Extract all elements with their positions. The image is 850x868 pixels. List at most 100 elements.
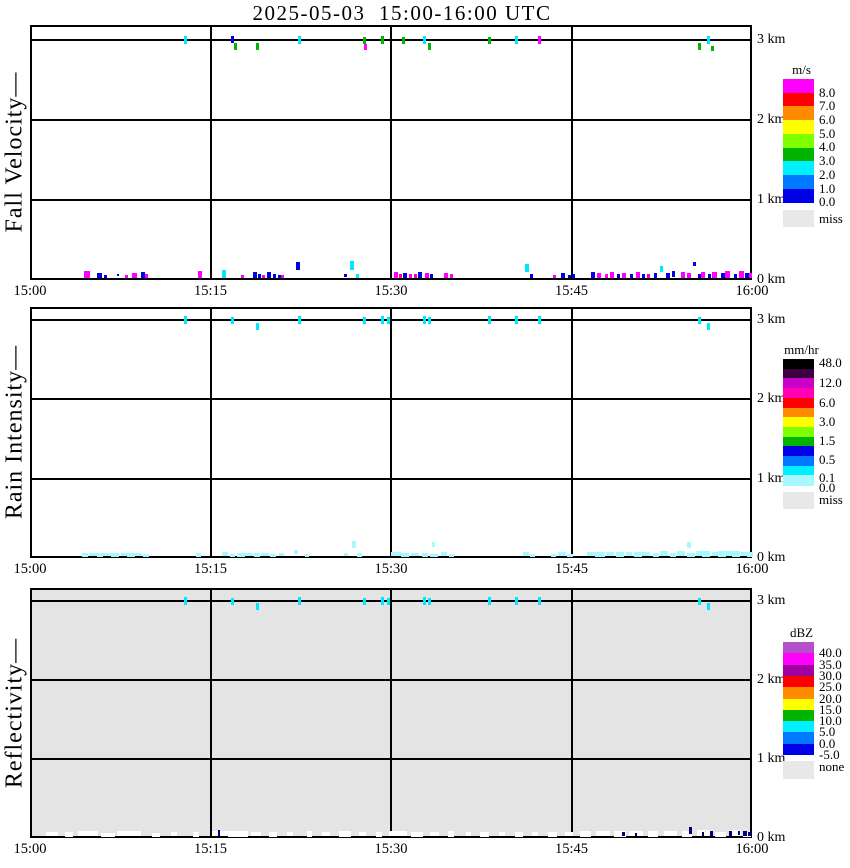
data-point	[322, 832, 330, 836]
data-point	[530, 554, 535, 557]
x-tick-label: 15:00	[13, 841, 46, 858]
y-tick-label: 3 km	[757, 32, 785, 48]
data-point	[591, 272, 595, 278]
data-point	[251, 832, 261, 836]
data-point	[411, 832, 423, 837]
data-point	[670, 553, 676, 557]
colorbar-segment	[783, 676, 814, 688]
data-point	[270, 554, 276, 557]
x-tick-label: 16:00	[735, 841, 768, 858]
data-point	[710, 831, 713, 836]
data-point	[145, 274, 148, 278]
x-tick-label: 15:45	[555, 283, 588, 300]
data-point	[702, 832, 704, 836]
colorbar-segment	[783, 466, 814, 476]
data-point	[387, 317, 390, 324]
colorbar-title: dBZ	[790, 625, 813, 641]
colorbar-segment	[783, 398, 814, 408]
data-point	[488, 37, 491, 44]
gridline-vertical	[390, 307, 392, 558]
gridline-vertical	[571, 307, 573, 558]
data-point	[748, 832, 751, 836]
x-tick-label: 16:00	[735, 283, 768, 300]
y-tick-label: 3 km	[757, 312, 785, 328]
gridline-vertical	[390, 588, 392, 838]
data-point	[499, 832, 505, 836]
gridline-horizontal	[30, 319, 752, 321]
x-tick-label: 15:00	[13, 283, 46, 300]
data-point	[231, 317, 234, 324]
data-point	[707, 603, 710, 610]
data-point	[350, 261, 354, 270]
gridline-vertical	[210, 588, 212, 838]
data-point	[587, 552, 595, 556]
data-point	[702, 551, 710, 557]
x-tick-label: 16:00	[735, 561, 768, 578]
data-point	[132, 273, 137, 278]
data-point	[689, 827, 692, 834]
y-tick-label: 2 km	[757, 391, 785, 407]
data-point	[606, 552, 614, 556]
data-point	[701, 272, 705, 278]
x-tick-label: 15:30	[374, 841, 407, 858]
data-point	[253, 272, 257, 278]
data-point	[125, 275, 128, 278]
data-point	[430, 554, 438, 557]
data-point	[515, 316, 518, 324]
data-point	[635, 833, 637, 836]
data-point	[222, 552, 228, 556]
data-point	[230, 554, 235, 557]
colorbar-label: miss	[819, 492, 843, 508]
colorbar-segment	[783, 456, 814, 466]
data-point	[46, 832, 58, 836]
data-point	[739, 271, 744, 278]
data-point	[237, 553, 245, 557]
colorbar-title: mm/hr	[784, 342, 819, 358]
data-point	[622, 832, 625, 836]
page-title: 2025-05-03 15:00-16:00 UTC	[0, 1, 804, 26]
gridline-horizontal	[30, 478, 752, 480]
data-point	[117, 274, 119, 276]
data-point	[718, 551, 726, 557]
data-point	[82, 553, 88, 557]
data-point	[117, 831, 141, 836]
data-point	[617, 274, 620, 278]
data-point	[732, 551, 740, 557]
data-point	[418, 272, 422, 278]
data-point	[743, 831, 747, 836]
colorbar-segment	[783, 744, 814, 756]
data-point	[726, 551, 732, 556]
data-point	[363, 598, 366, 605]
colorbar-segment	[783, 120, 814, 134]
data-point	[610, 272, 614, 278]
data-point	[256, 43, 259, 50]
ylabel-fall-velocity: Fall Velocity—	[2, 72, 29, 233]
data-point	[538, 316, 541, 324]
data-point	[171, 832, 177, 836]
gridline-vertical	[571, 588, 573, 838]
colorbar-segment	[783, 732, 814, 744]
data-point	[698, 598, 701, 605]
data-point	[488, 597, 491, 605]
data-point	[411, 553, 419, 556]
data-point	[111, 553, 119, 557]
data-point	[553, 275, 556, 278]
colorbar-label: 48.0	[819, 355, 842, 371]
data-point	[193, 832, 199, 837]
data-point	[642, 552, 650, 556]
data-point	[687, 273, 691, 278]
data-point	[660, 266, 663, 272]
data-point	[749, 273, 752, 278]
data-point	[532, 832, 538, 836]
data-point	[196, 553, 201, 557]
data-point	[258, 274, 261, 278]
data-point	[698, 317, 701, 324]
data-point	[725, 271, 730, 278]
data-point	[256, 323, 259, 330]
data-point	[515, 832, 523, 837]
data-point	[387, 598, 390, 605]
data-point	[423, 36, 426, 44]
x-tick-label: 15:30	[374, 283, 407, 300]
data-point	[403, 273, 407, 278]
data-point	[381, 597, 384, 605]
